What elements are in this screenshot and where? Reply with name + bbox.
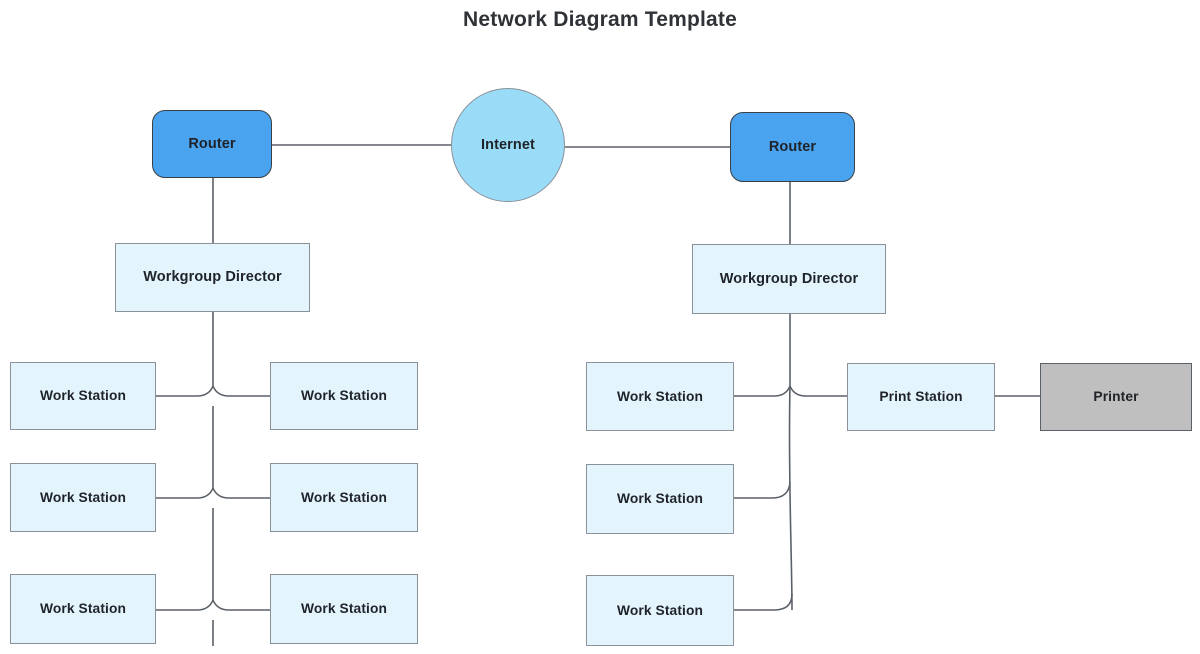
node-label: Work Station [300,601,388,617]
node-printer[interactable]: Printer [1040,363,1192,431]
node-work-station-mid-3[interactable]: Work Station [270,574,418,644]
edge-trunk-ws-r3 [212,599,270,611]
page-title: Network Diagram Template [463,8,737,31]
node-workgroup-director-right[interactable]: Workgroup Director [692,244,886,314]
node-work-station-right-3[interactable]: Work Station [586,575,734,646]
edge-trunk-print-station [789,385,847,397]
edge-ws-b2-trunk [734,481,791,499]
node-work-station-left-2[interactable]: Work Station [10,463,156,532]
node-label: Work Station [39,601,127,617]
node-internet[interactable]: Internet [451,88,565,202]
edge-ws-b3-trunk [734,593,793,611]
node-router-right[interactable]: Router [730,112,855,182]
node-work-station-left-3[interactable]: Work Station [10,574,156,644]
node-label: Work Station [300,489,388,505]
node-label: Work Station [39,489,127,505]
node-print-station[interactable]: Print Station [847,363,995,431]
node-label: Router [188,135,236,152]
edge-ws-l3-trunk [156,599,214,611]
node-router-left[interactable]: Router [152,110,272,178]
node-work-station-left-1[interactable]: Work Station [10,362,156,430]
node-work-station-right-2[interactable]: Work Station [586,464,734,534]
node-label: Internet [481,136,535,153]
node-label: Printer [1093,389,1139,405]
edge-ws-l2-trunk [156,487,214,499]
edge-ws-b1-trunk [734,385,791,397]
node-work-station-mid-2[interactable]: Work Station [270,463,418,532]
edge-trunk-ws-r1 [212,385,270,397]
node-label: Work Station [300,388,388,404]
node-work-station-right-1[interactable]: Work Station [586,362,734,431]
edge-right-trunk-lower [788,385,793,611]
diagram-canvas: Network Diagram Template Router Internet… [0,0,1200,654]
node-work-station-mid-1[interactable]: Work Station [270,362,418,430]
node-label: Work Station [616,388,704,404]
node-label: Workgroup Director [719,270,859,287]
node-label: Workgroup Director [143,269,282,286]
edge-trunk-ws-r2 [212,487,270,499]
edge-ws-l1-trunk [156,385,214,397]
connector-layer [156,144,1040,646]
node-label: Work Station [616,602,704,618]
node-workgroup-director-left[interactable]: Workgroup Director [115,243,310,312]
node-label: Router [768,138,817,155]
node-label: Work Station [39,388,127,404]
node-label: Print Station [879,389,963,405]
node-label: Work Station [616,491,704,507]
